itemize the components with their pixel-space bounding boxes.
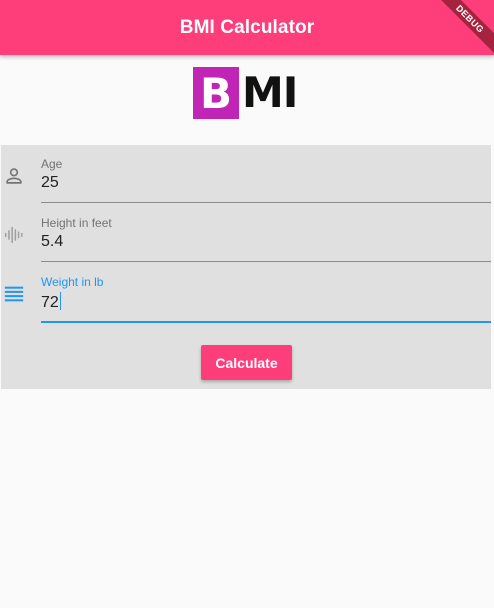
bmi-form-card: Age 25 Height in feet 5.4 Weight in lb 7… [1,145,491,389]
weight-field[interactable]: Weight in lb 72 [1,263,491,323]
height-field[interactable]: Height in feet 5.4 [1,204,491,262]
weight-underline [41,321,491,323]
logo-b-block: B [193,67,239,119]
weight-value: 72 [41,294,59,311]
app-bar: BMI Calculator [0,0,494,55]
age-label: Age [41,157,63,171]
person-outline-icon [3,165,25,187]
text-cursor [59,292,62,310]
bmi-logo: B MI [193,67,298,119]
menu-lines-icon [3,283,25,305]
calculate-button[interactable]: Calculate [201,345,292,380]
age-underline [41,202,491,203]
age-input[interactable]: 25 [41,174,59,192]
weight-input[interactable]: 72 [41,292,62,312]
graphic-eq-icon [3,224,25,246]
weight-label: Weight in lb [41,275,104,289]
app-title: BMI Calculator [179,16,315,38]
height-input[interactable]: 5.4 [41,233,63,251]
age-field[interactable]: Age 25 [1,145,491,203]
logo-mi-text: MI [242,68,298,117]
height-label: Height in feet [41,216,112,230]
height-underline [41,261,491,262]
